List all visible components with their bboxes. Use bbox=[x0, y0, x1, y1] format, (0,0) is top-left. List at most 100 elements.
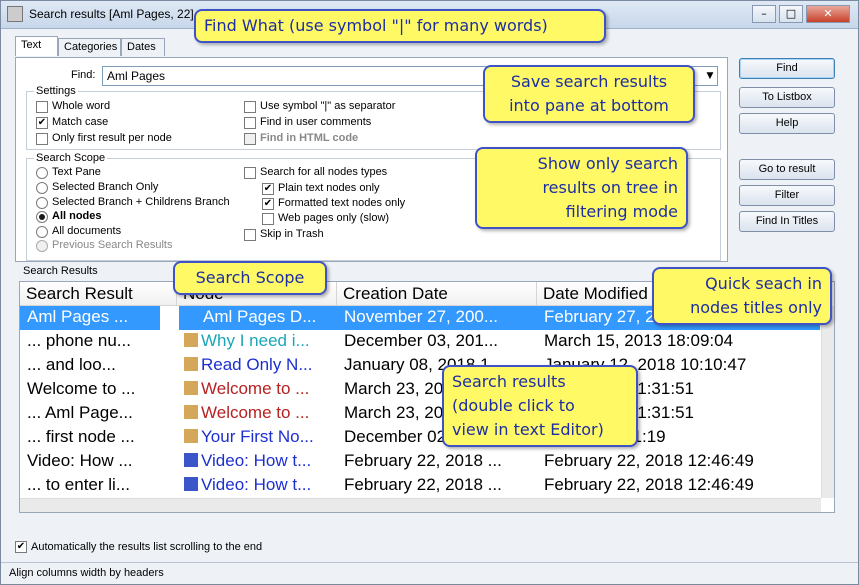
web-pages-checkbox[interactable] bbox=[262, 213, 274, 225]
cell-node: Your First No... bbox=[177, 426, 337, 450]
callout-show-filter: Show only search results on tree in filt… bbox=[475, 147, 688, 229]
skip-trash-checkbox[interactable] bbox=[244, 229, 256, 241]
match-case-checkbox[interactable]: ✔ bbox=[36, 117, 48, 129]
node-title: Why I need i... bbox=[201, 331, 310, 350]
node-icon bbox=[184, 429, 198, 443]
search-results-label: Search Results bbox=[23, 265, 98, 277]
cell-result: Welcome to ... bbox=[27, 379, 136, 398]
scope-previous-results-label: Previous Search Results bbox=[52, 239, 173, 251]
first-result-checkbox[interactable] bbox=[36, 133, 48, 145]
cell-created: February 22, 2018 ... bbox=[344, 475, 502, 494]
plain-text-checkbox[interactable]: ✔ bbox=[262, 183, 274, 195]
match-case-label: Match case bbox=[52, 116, 109, 128]
node-title: Video: How t... bbox=[201, 475, 312, 494]
find-html-label: Find in HTML code bbox=[260, 132, 359, 144]
use-symbol-label: Use symbol "|" as separator bbox=[260, 100, 396, 112]
node-title: Welcome to ... bbox=[201, 403, 310, 422]
whole-word-checkbox[interactable] bbox=[36, 101, 48, 113]
scope-radio-text-pane[interactable] bbox=[36, 167, 48, 179]
callout-quick-search: Quick seach in nodes titles only bbox=[652, 267, 832, 325]
column-header-result[interactable]: Search Result bbox=[20, 282, 177, 306]
table-row[interactable]: ... first node ... Your First No... Decemb… bbox=[20, 426, 820, 450]
cell-result: Video: How ... bbox=[27, 451, 133, 470]
cell-result: ... and loo... bbox=[27, 355, 116, 374]
node-icon bbox=[184, 477, 198, 491]
node-icon bbox=[184, 453, 198, 467]
status-bar: Align columns width by headers bbox=[1, 562, 858, 584]
callout-search-scope: Search Scope bbox=[173, 261, 327, 295]
scope-text-pane-label: Text Pane bbox=[52, 166, 101, 178]
horizontal-scrollbar[interactable] bbox=[20, 498, 821, 512]
find-label: Find: bbox=[71, 69, 96, 81]
web-pages-label: Web pages only (slow) bbox=[278, 212, 390, 224]
cell-result: ... first node ... bbox=[27, 427, 135, 446]
window-title: Search results [Aml Pages, 22] bbox=[29, 7, 194, 21]
scope-radio-previous-results[interactable] bbox=[36, 240, 48, 252]
close-button[interactable]: ✕ bbox=[806, 5, 850, 23]
to-listbox-button[interactable]: To Listbox bbox=[739, 87, 835, 108]
tab-dates[interactable]: Dates bbox=[121, 38, 165, 56]
use-symbol-checkbox[interactable] bbox=[244, 101, 256, 113]
table-row[interactable]: ... to enter li... Video: How t... Februar… bbox=[20, 474, 820, 498]
auto-scroll-label: Automatically the results list scrolling… bbox=[31, 541, 263, 553]
scope-selected-branch-label: Selected Branch Only bbox=[52, 181, 159, 193]
node-icon bbox=[184, 405, 198, 419]
cell-node: Why I need i... bbox=[177, 330, 337, 354]
find-comments-checkbox[interactable] bbox=[244, 117, 256, 129]
callout-save-results: Save search results into pane at bottom bbox=[483, 65, 695, 123]
node-title: Aml Pages D... bbox=[203, 307, 317, 326]
node-title: Read Only N... bbox=[201, 355, 313, 374]
scope-radio-branch-children[interactable] bbox=[36, 197, 48, 209]
table-row[interactable]: Video: How ... Video: How t... February 22… bbox=[20, 450, 820, 474]
cell-result: ... phone nu... bbox=[27, 331, 131, 350]
status-text: Align columns width by headers bbox=[9, 567, 164, 579]
auto-scroll-checkbox[interactable]: ✔ bbox=[15, 541, 27, 553]
filter-button[interactable]: Filter bbox=[739, 185, 835, 206]
node-title: Video: How t... bbox=[201, 451, 312, 470]
help-button[interactable]: Help bbox=[739, 113, 835, 134]
tab-text[interactable]: Text bbox=[15, 36, 58, 56]
cell-modified: February 22, 2018 12:46:49 bbox=[544, 451, 754, 470]
cell-result: ... Aml Page... bbox=[27, 403, 133, 422]
find-html-checkbox[interactable] bbox=[244, 133, 256, 145]
cell-node: Video: How t... bbox=[177, 450, 337, 474]
minimize-button[interactable]: – bbox=[752, 5, 776, 23]
table-row[interactable]: ... and loo... Read Only N... January 08, … bbox=[20, 354, 820, 378]
column-header-created[interactable]: Creation Date bbox=[337, 282, 537, 306]
whole-word-label: Whole word bbox=[52, 100, 111, 112]
go-to-result-button[interactable]: Go to result bbox=[739, 159, 835, 180]
cell-result: ... to enter li... bbox=[27, 475, 130, 494]
chevron-down-icon[interactable]: ▼ bbox=[703, 67, 717, 85]
find-in-titles-button[interactable]: Find In Titles bbox=[739, 211, 835, 232]
formatted-text-checkbox[interactable]: ✔ bbox=[262, 198, 274, 210]
callout-search-results: Search results (double click to view in … bbox=[442, 365, 638, 447]
node-icon bbox=[186, 309, 200, 323]
vertical-scrollbar[interactable] bbox=[821, 306, 834, 498]
all-types-checkbox[interactable] bbox=[244, 167, 256, 179]
table-row[interactable]: ... phone nu... Why I need i... December 0… bbox=[20, 330, 820, 354]
selection-gap bbox=[160, 306, 180, 330]
scope-radio-all-documents[interactable] bbox=[36, 226, 48, 238]
scope-all-nodes-label: All nodes bbox=[52, 210, 102, 222]
formatted-text-label: Formatted text nodes only bbox=[278, 197, 406, 209]
cell-node: Video: How t... bbox=[177, 474, 337, 498]
scope-radio-selected-branch[interactable] bbox=[36, 182, 48, 194]
scope-radio-all-nodes[interactable] bbox=[36, 211, 48, 223]
cell-result: Aml Pages ... bbox=[27, 307, 129, 326]
all-types-label: Search for all nodes types bbox=[260, 166, 388, 178]
find-comments-label: Find in user comments bbox=[260, 116, 372, 128]
skip-trash-label: Skip in Trash bbox=[260, 228, 324, 240]
node-icon bbox=[184, 357, 198, 371]
find-button[interactable]: Find bbox=[739, 58, 835, 79]
scope-branch-children-label: Selected Branch + Childrens Branch bbox=[52, 196, 230, 208]
node-title: Welcome to ... bbox=[201, 379, 310, 398]
maximize-button[interactable]: □ bbox=[779, 5, 803, 23]
cell-node: Welcome to ... bbox=[177, 402, 337, 426]
tab-categories[interactable]: Categories bbox=[58, 38, 121, 56]
settings-title: Settings bbox=[34, 85, 78, 97]
callout-find-what: Find What (use symbol "|" for many words… bbox=[194, 9, 606, 43]
table-row[interactable]: ... Aml Page... Welcome to ... March 23, 2… bbox=[20, 402, 820, 426]
first-result-label: Only first result per node bbox=[52, 132, 172, 144]
table-row[interactable]: Welcome to ... Welcome to ... March 23, 20… bbox=[20, 378, 820, 402]
cell-modified: February 22, 2018 12:46:49 bbox=[544, 475, 754, 494]
